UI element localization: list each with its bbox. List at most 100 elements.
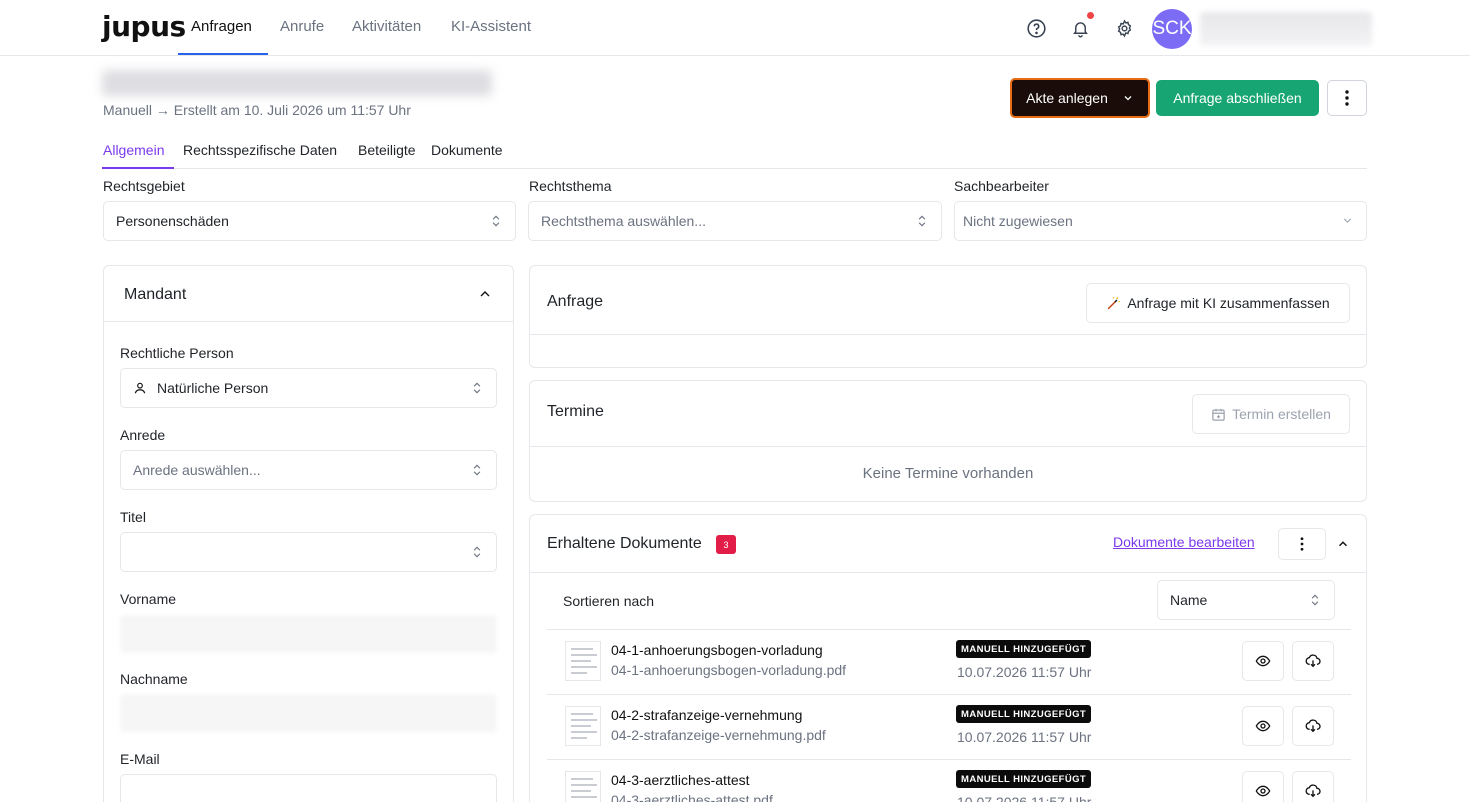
more-vertical-icon xyxy=(1345,90,1349,106)
tab-allgemein[interactable]: Allgemein xyxy=(103,142,164,158)
create-file-button[interactable]: Akte anlegen xyxy=(1010,78,1150,118)
termine-title: Termine xyxy=(547,403,604,420)
cloud-download-icon xyxy=(1305,784,1321,798)
anfrage-card: Anfrage Anfrage mit KI zusammenfassen xyxy=(529,265,1367,368)
vorname-label: Vorname xyxy=(120,591,177,607)
termine-card: Termine Termin erstellen Keine Termine v… xyxy=(529,380,1367,502)
help-icon[interactable] xyxy=(1024,16,1048,40)
edit-documents-link[interactable]: Dokumente bearbeiten xyxy=(1113,534,1255,550)
chevrons-up-down-icon xyxy=(918,215,926,227)
rechtliche-person-select[interactable]: Natürliche Person xyxy=(120,368,497,408)
anrede-label: Anrede xyxy=(120,427,166,443)
summarize-ai-button[interactable]: Anfrage mit KI zusammenfassen xyxy=(1086,283,1350,323)
tab-rechtsspezifische-daten[interactable]: Rechtsspezifische Daten xyxy=(183,142,337,158)
eye-icon xyxy=(1255,655,1271,667)
vorname-input-redacted[interactable] xyxy=(120,615,497,653)
sort-select[interactable]: Name xyxy=(1157,580,1335,620)
nav-active-indicator xyxy=(178,53,268,55)
rechtsthema-select[interactable]: Rechtsthema auswählen... xyxy=(528,201,942,241)
top-navigation: jupus Anfragen Anrufe Aktivitäten KI-Ass… xyxy=(0,0,1470,56)
chevron-up-icon[interactable] xyxy=(477,286,493,302)
gear-icon[interactable] xyxy=(1112,16,1136,40)
download-document-button[interactable] xyxy=(1292,771,1334,802)
tab-beteiligte[interactable]: Beteiligte xyxy=(358,142,416,158)
document-filename: 04-2-strafanzeige-vernehmung.pdf xyxy=(611,727,826,743)
cloud-download-icon xyxy=(1305,654,1321,668)
document-filename: 04-1-anhoerungsbogen-vorladung.pdf xyxy=(611,662,847,678)
termine-divider xyxy=(530,446,1366,447)
mandant-header-divider xyxy=(104,321,513,322)
chevron-down-icon xyxy=(1343,218,1352,223)
documents-more-button[interactable] xyxy=(1278,528,1326,560)
summarize-ai-label: Anfrage mit KI zusammenfassen xyxy=(1127,295,1330,311)
no-appointments-text: Keine Termine vorhanden xyxy=(862,465,1034,482)
sort-divider xyxy=(547,629,1351,630)
chevron-up-icon[interactable] xyxy=(1336,537,1350,551)
rechtliche-person-label: Rechtliche Person xyxy=(120,345,234,361)
manual-added-badge: MANUELL HINZUGEFÜGT xyxy=(956,705,1092,723)
document-title: 04-3-aerztliches-attest xyxy=(611,772,750,788)
titel-select[interactable] xyxy=(120,532,497,572)
nav-tab-anfragen[interactable]: Anfragen xyxy=(191,18,252,35)
user-icon xyxy=(134,382,146,394)
manual-added-badge: MANUELL HINZUGEFÜGT xyxy=(956,640,1092,658)
sachbearbeiter-select[interactable]: Nicht zugewiesen xyxy=(954,201,1367,241)
create-appointment-button[interactable]: Termin erstellen xyxy=(1192,394,1350,434)
chevrons-up-down-icon xyxy=(473,546,481,558)
document-title: 04-2-strafanzeige-vernehmung xyxy=(611,707,803,723)
magic-wand-icon xyxy=(1108,296,1121,309)
document-title: 04-1-anhoerungsbogen-vorladung xyxy=(611,642,823,658)
document-thumbnail xyxy=(565,706,601,746)
row-divider xyxy=(547,694,1351,695)
documents-title: Erhaltene Dokumente xyxy=(547,535,702,552)
download-document-button[interactable] xyxy=(1292,641,1334,681)
anfrage-divider xyxy=(530,334,1366,335)
nav-tab-ki-assistent[interactable]: KI-Assistent xyxy=(451,18,531,35)
nav-tab-aktivitaeten[interactable]: Aktivitäten xyxy=(352,18,421,35)
bell-icon[interactable] xyxy=(1068,16,1092,40)
avatar[interactable]: SCK xyxy=(1152,9,1192,49)
email-field[interactable] xyxy=(120,774,497,802)
sort-value: Name xyxy=(1170,592,1208,608)
rechtsthema-label: Rechtsthema xyxy=(529,178,612,194)
tabs-divider xyxy=(102,168,1367,169)
sachbearbeiter-placeholder: Nicht zugewiesen xyxy=(963,213,1073,229)
create-appointment-label: Termin erstellen xyxy=(1232,406,1331,422)
anrede-select[interactable]: Anrede auswählen... xyxy=(120,450,497,490)
eye-icon xyxy=(1255,785,1271,797)
document-date: 10.07.2026 11:57 Uhr xyxy=(957,729,1092,745)
document-thumbnail xyxy=(565,641,601,681)
view-document-button[interactable] xyxy=(1242,771,1284,802)
anrede-placeholder: Anrede auswählen... xyxy=(133,462,261,478)
row-divider xyxy=(547,759,1351,760)
documents-count-badge: 3 xyxy=(716,535,736,554)
chevrons-up-down-icon xyxy=(1311,594,1319,606)
nachname-label: Nachname xyxy=(120,671,188,687)
rechtliche-person-value: Natürliche Person xyxy=(157,380,269,396)
tab-dokumente[interactable]: Dokumente xyxy=(431,142,503,158)
document-filename: 04-3-aerztliches-attest.pdf xyxy=(611,792,773,802)
page-subtitle: Manuell → Erstellt am 10. Juli 2026 um 1… xyxy=(103,102,411,118)
sort-label: Sortieren nach xyxy=(563,593,655,609)
nav-tab-anrufe[interactable]: Anrufe xyxy=(280,18,324,35)
more-actions-button[interactable] xyxy=(1327,80,1367,116)
document-date: 10.07.2026 11:57 Uhr xyxy=(957,664,1092,680)
rechtsgebiet-select[interactable]: Personenschäden xyxy=(103,201,516,241)
mandant-title: Mandant xyxy=(124,286,187,303)
app-logo[interactable]: jupus xyxy=(102,10,186,43)
notification-dot xyxy=(1087,12,1094,19)
mandant-card: Mandant Rechtliche Person Natürliche Per… xyxy=(103,265,514,802)
nachname-input-redacted[interactable] xyxy=(120,694,497,732)
chevrons-up-down-icon xyxy=(473,382,481,394)
email-label: E-Mail xyxy=(120,751,160,767)
download-document-button[interactable] xyxy=(1292,706,1334,746)
view-document-button[interactable] xyxy=(1242,641,1284,681)
rechtsgebiet-label: Rechtsgebiet xyxy=(103,178,185,194)
anfrage-title: Anfrage xyxy=(547,293,604,310)
page-title-redacted xyxy=(102,70,492,96)
manual-added-badge: MANUELL HINZUGEFÜGT xyxy=(956,770,1092,788)
documents-header-divider xyxy=(530,572,1366,573)
user-info-redacted xyxy=(1200,12,1372,46)
view-document-button[interactable] xyxy=(1242,706,1284,746)
close-request-button[interactable]: Anfrage abschließen xyxy=(1156,80,1319,116)
